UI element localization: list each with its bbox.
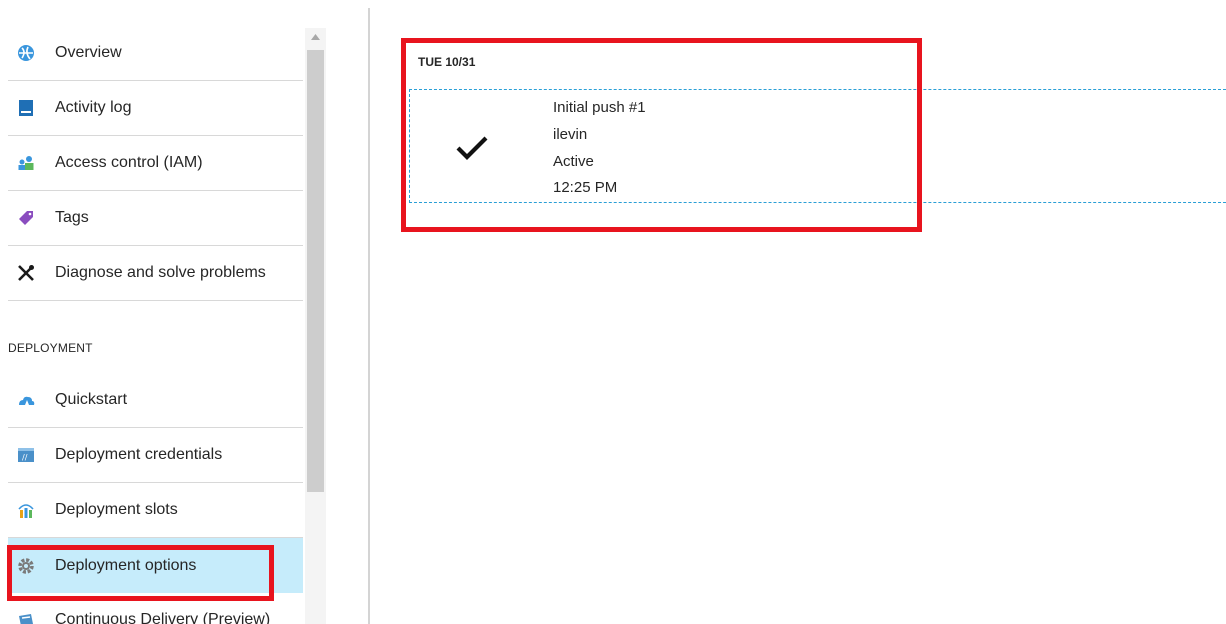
sidebar-item-label: Deployment slots [55, 501, 178, 518]
sidebar-item-label: Deployment credentials [55, 446, 223, 463]
delivery-icon [16, 610, 36, 624]
sidebar-item-label: Quickstart [55, 391, 128, 408]
cloud-icon [16, 390, 36, 410]
sidebar-item-deployment-slots[interactable]: Deployment slots [8, 483, 303, 538]
checkmark-icon [456, 136, 488, 160]
sidebar-item-deployment-options[interactable]: Deployment options [8, 538, 303, 593]
svg-text://: // [22, 453, 28, 462]
users-icon [16, 153, 36, 173]
sidebar-item-label: Access control (IAM) [55, 154, 203, 171]
sidebar-item-quickstart[interactable]: Quickstart [8, 373, 303, 428]
section-header-deployment: DEPLOYMENT [8, 341, 93, 355]
pane-divider [368, 8, 370, 624]
deployment-title: Initial push #1 [553, 99, 646, 116]
deployment-author: ilevin [553, 126, 588, 143]
deployment-status: Active [553, 153, 594, 170]
sidebar-item-label: Continuous Delivery (Preview) [55, 611, 271, 624]
sidebar-item-label: Tags [55, 209, 89, 226]
sidebar-item-label: Activity log [55, 99, 132, 116]
scroll-up-arrow-icon[interactable] [305, 28, 326, 46]
sidebar-item-tags[interactable]: Tags [8, 191, 303, 246]
tools-icon [16, 263, 36, 283]
sidebar-item-access-control[interactable]: Access control (IAM) [8, 136, 303, 191]
gear-icon [16, 556, 36, 576]
sidebar-item-deployment-credentials[interactable]: // Deployment credentials [8, 428, 303, 483]
sidebar-item-label: Overview [55, 44, 122, 61]
deployment-entry[interactable] [409, 89, 1226, 203]
sidebar-item-diagnose[interactable]: Diagnose and solve problems [8, 246, 303, 301]
sidebar-item-label: Diagnose and solve problems [55, 264, 266, 281]
activity-log-icon [16, 98, 36, 118]
globe-icon [16, 43, 36, 63]
deployment-date-header: TUE 10/31 [418, 55, 476, 69]
tag-icon [16, 208, 36, 228]
sidebar: Overview Activity log Access control (IA… [0, 0, 303, 624]
slots-icon [16, 500, 36, 520]
sidebar-item-continuous-delivery[interactable]: Continuous Delivery (Preview) [8, 593, 303, 624]
deployment-time: 12:25 PM [553, 179, 618, 196]
sidebar-item-label: Deployment options [55, 556, 197, 574]
sidebar-item-overview[interactable]: Overview [8, 26, 303, 81]
sidebar-item-activity-log[interactable]: Activity log [8, 81, 303, 136]
sidebar-scrollbar[interactable] [305, 28, 326, 624]
credentials-icon: // [16, 445, 36, 465]
scrollbar-thumb[interactable] [307, 50, 324, 492]
